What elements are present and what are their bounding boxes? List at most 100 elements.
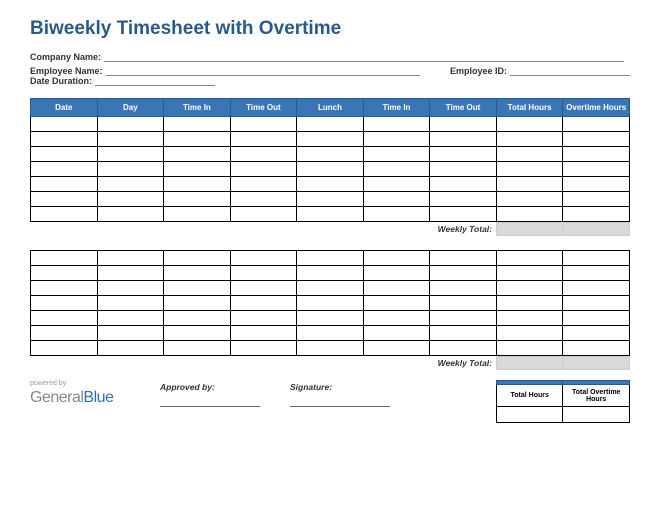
table-cell[interactable]	[496, 147, 563, 162]
table-cell[interactable]	[230, 207, 297, 222]
table-cell[interactable]	[97, 326, 164, 341]
table-cell[interactable]	[164, 311, 231, 326]
table-cell[interactable]	[164, 341, 231, 356]
table-cell[interactable]	[297, 326, 364, 341]
table-cell[interactable]	[496, 266, 563, 281]
table-cell[interactable]	[563, 326, 630, 341]
table-cell[interactable]	[164, 281, 231, 296]
table-cell[interactable]	[430, 132, 497, 147]
table-cell[interactable]	[563, 192, 630, 207]
table-cell[interactable]	[297, 251, 364, 266]
table-cell[interactable]	[496, 117, 563, 132]
table-cell[interactable]	[230, 132, 297, 147]
table-cell[interactable]	[430, 177, 497, 192]
table-cell[interactable]	[31, 177, 98, 192]
total-ot-value[interactable]	[563, 407, 630, 423]
table-cell[interactable]	[31, 281, 98, 296]
table-cell[interactable]	[363, 326, 430, 341]
table-cell[interactable]	[363, 177, 430, 192]
table-cell[interactable]	[363, 311, 430, 326]
table-cell[interactable]	[496, 177, 563, 192]
table-cell[interactable]	[97, 266, 164, 281]
table-cell[interactable]	[230, 326, 297, 341]
table-cell[interactable]	[430, 341, 497, 356]
approved-by-input[interactable]	[160, 406, 260, 407]
table-cell[interactable]	[496, 192, 563, 207]
table-cell[interactable]	[97, 177, 164, 192]
company-name-input[interactable]	[104, 52, 624, 62]
table-cell[interactable]	[563, 162, 630, 177]
table-cell[interactable]	[363, 192, 430, 207]
table-cell[interactable]	[230, 341, 297, 356]
table-cell[interactable]	[31, 147, 98, 162]
table-cell[interactable]	[363, 341, 430, 356]
table-cell[interactable]	[164, 296, 231, 311]
employee-name-input[interactable]	[106, 66, 420, 76]
table-cell[interactable]	[297, 147, 364, 162]
weekly-total-2-hours[interactable]	[496, 356, 563, 370]
table-cell[interactable]	[496, 296, 563, 311]
table-cell[interactable]	[430, 311, 497, 326]
table-cell[interactable]	[496, 341, 563, 356]
table-cell[interactable]	[363, 147, 430, 162]
table-cell[interactable]	[97, 192, 164, 207]
table-cell[interactable]	[230, 162, 297, 177]
table-cell[interactable]	[430, 281, 497, 296]
table-cell[interactable]	[563, 296, 630, 311]
table-cell[interactable]	[430, 207, 497, 222]
table-cell[interactable]	[430, 326, 497, 341]
table-cell[interactable]	[31, 341, 98, 356]
table-cell[interactable]	[31, 192, 98, 207]
table-cell[interactable]	[97, 117, 164, 132]
table-cell[interactable]	[430, 296, 497, 311]
table-cell[interactable]	[297, 177, 364, 192]
table-cell[interactable]	[31, 207, 98, 222]
table-cell[interactable]	[563, 177, 630, 192]
table-cell[interactable]	[563, 251, 630, 266]
table-cell[interactable]	[230, 147, 297, 162]
table-cell[interactable]	[563, 281, 630, 296]
total-hours-value[interactable]	[497, 407, 563, 423]
table-cell[interactable]	[430, 162, 497, 177]
table-cell[interactable]	[297, 192, 364, 207]
table-cell[interactable]	[97, 207, 164, 222]
table-cell[interactable]	[297, 162, 364, 177]
table-cell[interactable]	[164, 132, 231, 147]
table-cell[interactable]	[164, 266, 231, 281]
table-cell[interactable]	[563, 266, 630, 281]
table-cell[interactable]	[164, 162, 231, 177]
table-cell[interactable]	[31, 266, 98, 281]
signature-input[interactable]	[290, 406, 390, 407]
table-cell[interactable]	[230, 251, 297, 266]
table-cell[interactable]	[363, 251, 430, 266]
table-cell[interactable]	[363, 117, 430, 132]
table-cell[interactable]	[430, 192, 497, 207]
table-cell[interactable]	[230, 117, 297, 132]
table-cell[interactable]	[430, 266, 497, 281]
table-cell[interactable]	[164, 177, 231, 192]
table-cell[interactable]	[363, 296, 430, 311]
table-cell[interactable]	[164, 326, 231, 341]
table-cell[interactable]	[297, 296, 364, 311]
table-cell[interactable]	[363, 281, 430, 296]
table-cell[interactable]	[164, 117, 231, 132]
table-cell[interactable]	[297, 266, 364, 281]
table-cell[interactable]	[230, 192, 297, 207]
table-cell[interactable]	[97, 296, 164, 311]
table-cell[interactable]	[97, 162, 164, 177]
table-cell[interactable]	[430, 147, 497, 162]
table-cell[interactable]	[230, 266, 297, 281]
weekly-total-1-ot[interactable]	[563, 222, 630, 236]
table-cell[interactable]	[230, 296, 297, 311]
table-cell[interactable]	[31, 162, 98, 177]
table-cell[interactable]	[496, 207, 563, 222]
table-cell[interactable]	[230, 281, 297, 296]
date-duration-input[interactable]	[95, 76, 215, 86]
table-cell[interactable]	[496, 326, 563, 341]
table-cell[interactable]	[31, 311, 98, 326]
table-cell[interactable]	[297, 341, 364, 356]
table-cell[interactable]	[496, 162, 563, 177]
table-cell[interactable]	[97, 147, 164, 162]
table-cell[interactable]	[97, 281, 164, 296]
table-cell[interactable]	[430, 117, 497, 132]
